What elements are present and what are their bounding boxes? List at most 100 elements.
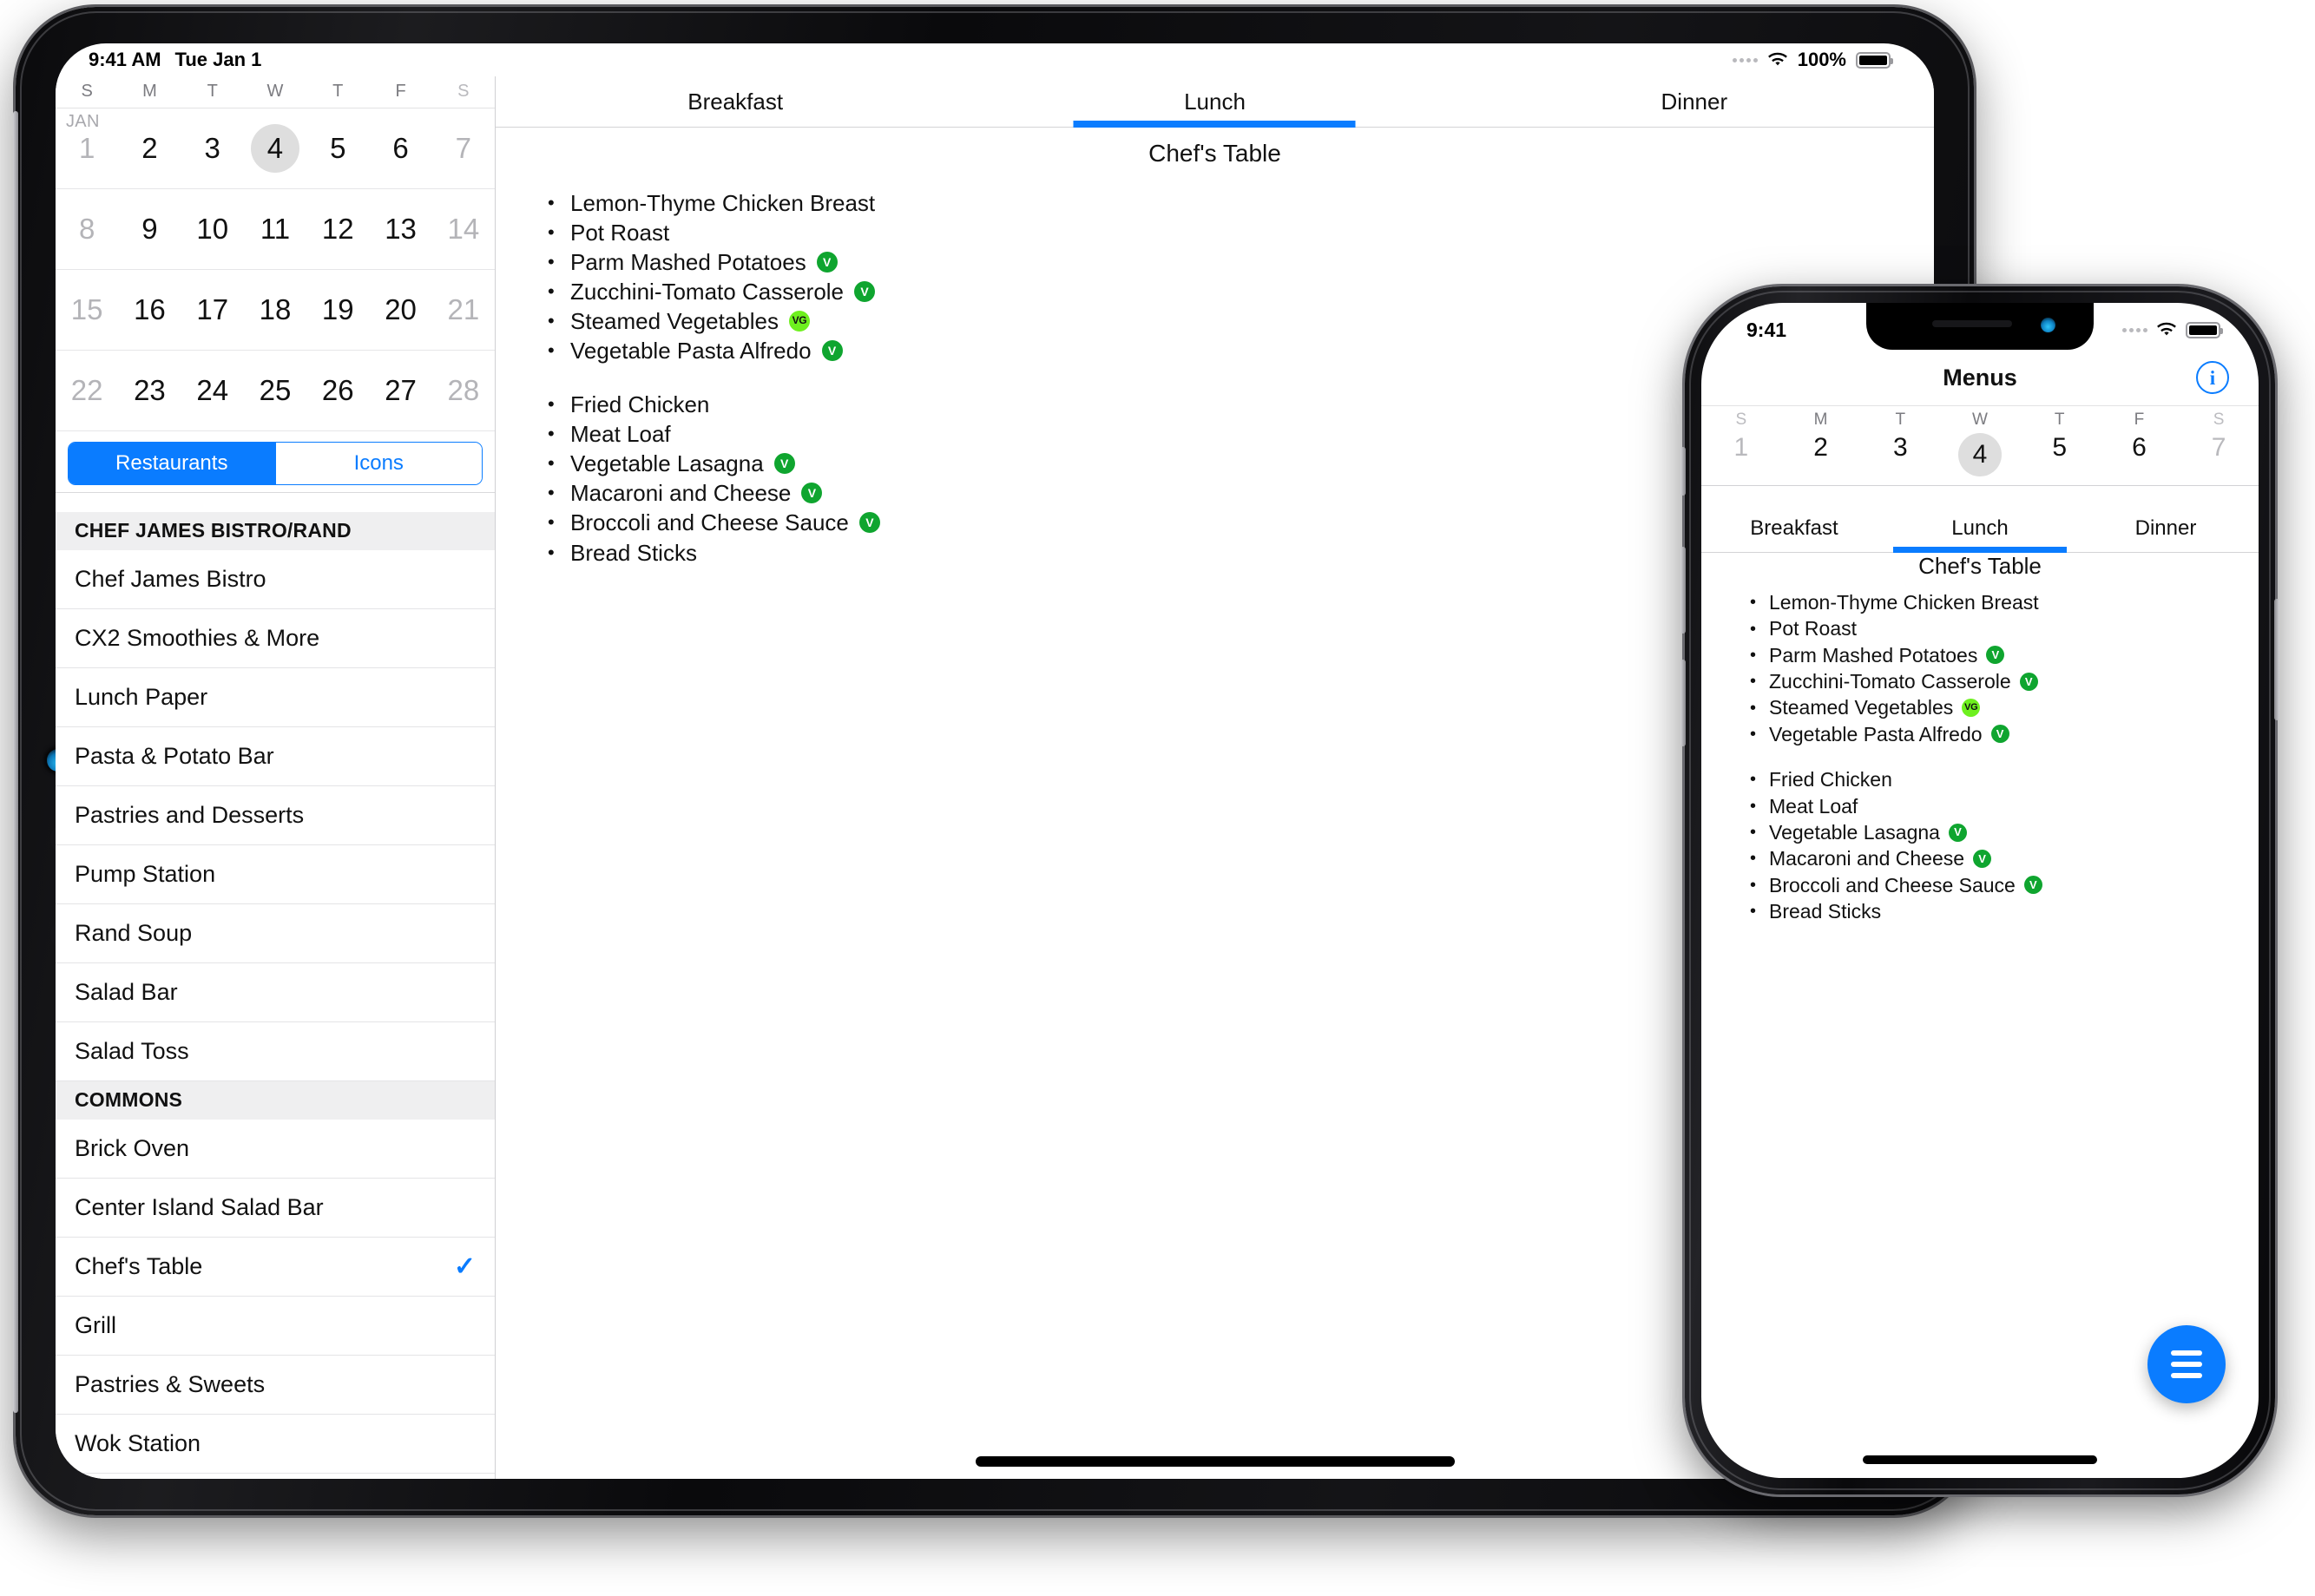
calendar-day-cell[interactable]: 19 (306, 293, 369, 326)
calendar-day-cell[interactable]: 3 (1860, 433, 1940, 476)
iphone-device-frame: 9:41 Menus i S M T W T F S 1 2 3 4 5 6 7… (1680, 286, 2279, 1494)
ipad-status-bar: 9:41 AM Tue Jan 1 100% (56, 43, 1934, 76)
list-item[interactable]: Pasta & Potato Bar (56, 727, 495, 786)
list-item[interactable]: Pastries and Desserts (56, 786, 495, 845)
calendar-day-cell[interactable]: 1 (56, 132, 118, 165)
calendar-day-cell[interactable]: 7 (432, 132, 495, 165)
list-item-label: Salad Bar (75, 979, 178, 1005)
calendar-day-cell[interactable]: 26 (306, 374, 369, 407)
tab-lunch[interactable]: Lunch (975, 76, 1454, 127)
calendar-day-cell[interactable]: 27 (369, 374, 431, 407)
calendar-day-cell[interactable]: 5 (306, 132, 369, 165)
bullet-icon: • (548, 482, 555, 504)
calendar-day-cell[interactable]: 11 (244, 213, 306, 246)
weekday-label: S (81, 82, 93, 101)
list-item[interactable]: Brick Oven (56, 1120, 495, 1179)
list-item[interactable]: Pastries & Sweets (56, 1356, 495, 1415)
iphone-volume-down-button[interactable] (1680, 660, 1686, 746)
tab-breakfast[interactable]: Breakfast (496, 76, 975, 127)
vegan-badge: VG (1962, 699, 1981, 718)
weekday-label: M (142, 82, 157, 101)
calendar-day-cell[interactable]: 24 (181, 374, 244, 407)
list-item[interactable]: Wok Station (56, 1415, 495, 1474)
list-item[interactable]: Chef James Bistro (56, 550, 495, 609)
ipad-battery-percent: 100% (1797, 49, 1846, 70)
calendar-day-cell[interactable]: 13 (369, 213, 431, 246)
calendar-weekday-header: S M T W T F S (1701, 406, 2259, 430)
list-item[interactable]: Pump Station (56, 845, 495, 904)
page-title: Menus (1943, 364, 2017, 391)
list-item-label: Chef James Bistro (75, 566, 266, 592)
tab-breakfast[interactable]: Breakfast (1701, 504, 1887, 552)
calendar-day-cell[interactable]: 20 (369, 293, 431, 326)
list-item[interactable]: Grill (56, 1297, 495, 1356)
home-indicator[interactable] (1863, 1455, 2097, 1464)
info-icon[interactable]: i (2196, 361, 2229, 394)
calendar-week-row: 22 23 24 25 26 27 28 (56, 351, 495, 431)
calendar-day-cell[interactable]: 10 (181, 213, 244, 246)
calendar-day-cell[interactable]: 16 (118, 293, 181, 326)
calendar-day-cell[interactable]: 21 (432, 293, 495, 326)
iphone-meal-tab-bar: Breakfast Lunch Dinner (1701, 504, 2259, 553)
calendar-day-cell[interactable]: 6 (369, 132, 431, 165)
weekday-label: S (2213, 410, 2225, 429)
menu-item-name: Meat Loaf (1769, 794, 1858, 818)
calendar-day-cell[interactable]: 23 (118, 374, 181, 407)
vegetarian-badge: V (801, 483, 823, 504)
list-item[interactable]: Rand Soup (56, 904, 495, 963)
restaurant-list[interactable]: CHEF JAMES BISTRO/RAND Chef James Bistro… (56, 492, 495, 1479)
weekday-label: M (1813, 410, 1828, 429)
home-indicator[interactable] (975, 1456, 1455, 1467)
weekday-label: S (1735, 410, 1747, 429)
list-item-label: Lunch Paper (75, 684, 208, 710)
segment-restaurants[interactable]: Restaurants (69, 443, 275, 484)
calendar-day-cell-selected[interactable]: 4 (1940, 433, 2020, 476)
bullet-icon: • (1750, 902, 1757, 922)
list-item[interactable]: Lunch Paper (56, 668, 495, 727)
list-item[interactable]: Salad Bar (56, 963, 495, 1022)
calendar-day-cell[interactable]: 12 (306, 213, 369, 246)
detail-page-title: Chef's Table (1148, 140, 1281, 167)
iphone-mute-switch[interactable] (1680, 447, 1686, 496)
calendar-day-cell[interactable]: 9 (118, 213, 181, 246)
calendar-day-cell[interactable]: 18 (244, 293, 306, 326)
menu-item-name: Vegetable Pasta Alfredo (1769, 722, 1983, 745)
tab-dinner[interactable]: Dinner (2073, 504, 2259, 552)
iphone-volume-up-button[interactable] (1680, 547, 1686, 634)
calendar-day-cell[interactable]: 15 (56, 293, 118, 326)
list-item[interactable]: Center Island Salad Bar (56, 1179, 495, 1238)
menu-item-name: Fried Chicken (1769, 768, 1892, 791)
ipad-device-frame: 9:41 AM Tue Jan 1 100% S M T W T F S JAN… (13, 7, 1974, 1515)
list-item[interactable]: Salad Toss (56, 1022, 495, 1081)
bullet-icon: • (1750, 724, 1757, 744)
calendar-day-cell-selected[interactable]: 4 (244, 124, 306, 173)
calendar-day-cell[interactable]: 6 (2100, 433, 2180, 476)
list-item-label: Pastries and Desserts (75, 802, 305, 828)
calendar-day-cell[interactable]: 2 (118, 132, 181, 165)
vegetarian-badge: V (1973, 849, 1992, 868)
segmented-control[interactable]: Restaurants Icons (68, 442, 483, 485)
list-item-selected[interactable]: Chef's Table ✓ (56, 1238, 495, 1297)
calendar-day-cell[interactable]: 5 (2020, 433, 2100, 476)
calendar-day-cell[interactable]: 17 (181, 293, 244, 326)
calendar-day-cell[interactable]: 14 (432, 213, 495, 246)
clipped-list-item (56, 493, 495, 512)
list-item[interactable]: CX2 Smoothies & More (56, 609, 495, 668)
bullet-icon: • (1750, 823, 1757, 843)
iphone-power-button[interactable] (2274, 599, 2279, 720)
menu-item-name: Lemon-Thyme Chicken Breast (1769, 591, 2039, 614)
calendar-day-cell[interactable]: 25 (244, 374, 306, 407)
tab-lunch[interactable]: Lunch (1887, 504, 2073, 552)
calendar-day-cell[interactable]: 3 (181, 132, 244, 165)
tab-dinner[interactable]: Dinner (1455, 76, 1934, 127)
weekday-label: F (395, 82, 406, 101)
bullet-icon: • (1750, 796, 1757, 816)
calendar-day-cell[interactable]: 8 (56, 213, 118, 246)
hamburger-menu-icon[interactable] (2147, 1325, 2226, 1403)
calendar-day-cell[interactable]: 1 (1701, 433, 1781, 476)
calendar-day-cell[interactable]: 7 (2179, 433, 2259, 476)
segment-icons[interactable]: Icons (274, 443, 482, 484)
calendar-day-cell[interactable]: 2 (1781, 433, 1861, 476)
calendar-day-cell[interactable]: 28 (432, 374, 495, 407)
calendar-day-cell[interactable]: 22 (56, 374, 118, 407)
